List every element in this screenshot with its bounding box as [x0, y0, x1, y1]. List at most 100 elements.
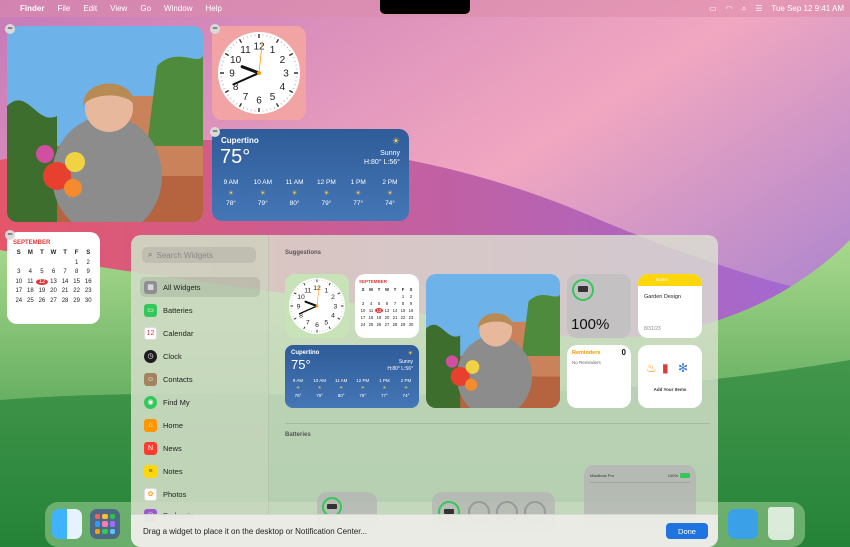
clock-hands: 1234567891011 12 [220, 34, 298, 112]
weekday-label: T [63, 250, 67, 256]
clock-numeral: 5 [270, 92, 276, 103]
clock-tick [246, 35, 248, 38]
clock-hands: 1234567891011 12 [290, 279, 344, 333]
search-widgets-field[interactable]: ⌕ Search Widgets [142, 247, 256, 263]
widget-gallery-sidebar: ⌕ Search Widgets ▦ All Widgets ▭ Batteries… [131, 235, 269, 547]
launchpad-icon[interactable] [90, 509, 120, 539]
calendar-month: SEPTEMBER [13, 240, 51, 246]
calendar-day: 10 [360, 308, 366, 313]
forecast-temp: 77° [353, 200, 364, 207]
clock-tick [335, 288, 337, 290]
sidebar-item-photos[interactable]: ✿ Photos [140, 484, 260, 504]
calendar-day [383, 294, 391, 299]
forecast-hour: 9 AM ☀ 78° [288, 378, 308, 398]
sidebar-item-clock[interactable]: ◷ Clock [140, 346, 260, 366]
weekday-label: T [40, 250, 44, 256]
calendar-day: 3 [17, 269, 21, 275]
gallery-home-widget[interactable]: ♨ ▮ ✻ Add Your Items [638, 345, 702, 408]
sun-icon: ☀ [295, 385, 301, 390]
sidebar-item-batteries[interactable]: ▭ Batteries [140, 300, 260, 320]
remove-widget-button[interactable]: − [210, 24, 220, 34]
clock-tick [293, 317, 297, 320]
menu-window[interactable]: Window [164, 4, 192, 13]
weather-widget[interactable]: Cupertino 75° ☀ Sunny H:80° L:56° 9 AM ☀ 7… [212, 129, 409, 221]
clock-tick [227, 49, 230, 52]
calendar-day: 19 [38, 288, 46, 294]
forecast-temp: 79° [257, 200, 268, 207]
sidebar-item-calendar[interactable]: 12 Calendar [140, 323, 260, 343]
clock-numeral: 11 [304, 287, 311, 294]
sidebar-item-home[interactable]: ⌂ Home [140, 415, 260, 435]
menu-app-name[interactable]: Finder [20, 4, 44, 13]
forecast-hour: 11 AM ☀ 80° [280, 179, 310, 207]
calendar-day: 23 [84, 288, 92, 294]
calendar-day: 11 [27, 278, 34, 285]
sun-icon: ☀ [228, 190, 234, 197]
photo-widget[interactable] [7, 26, 203, 222]
gallery-bottom-bar: Drag a widget to place it on the desktop… [131, 514, 718, 547]
sidebar-item-notes[interactable]: ≡ Notes [140, 461, 260, 481]
calendar-day: 18 [27, 288, 34, 294]
clock-widget[interactable]: 1 2 3 4 5 6 7 8 9 10 11 12 [212, 26, 306, 120]
calendar-day [25, 260, 37, 266]
clock-tick [229, 46, 232, 49]
hourly-forecast: 9 AM ☀ 78° 10 AM ☀ 79° 11 AM ☀ 80° 12 PM ☀ 79° 1… [288, 378, 416, 398]
finder-icon[interactable] [52, 509, 82, 539]
search-icon[interactable]: ⌕ [742, 4, 746, 14]
reminders-title: Reminders [572, 350, 601, 356]
gallery-weather-widget[interactable]: Cupertino 75° ☀ Sunny H:80° L:56° 9 AM ☀ 7… [285, 345, 419, 408]
menu-go[interactable]: Go [140, 4, 151, 13]
remove-widget-button[interactable]: − [5, 24, 15, 34]
menu-file[interactable]: File [57, 4, 70, 13]
sidebar-item-contacts[interactable]: ☺ Contacts [140, 369, 260, 389]
gallery-calendar-widget[interactable]: SEPTEMBER S M T W T F S 1 2 3 4 5 6 7 8 9 10 11 12 13 14 15 16… [355, 274, 419, 338]
menu-view[interactable]: View [110, 4, 127, 13]
calendar-widget[interactable]: SEPTEMBER S M T W T F S 1 2 3 4 5 6 7 8 9 10 11 12 13 14 15 16… [7, 232, 100, 324]
sidebar-item-label: Notes [163, 466, 183, 476]
sidebar-item-label: Clock [163, 351, 182, 361]
downloads-folder-icon[interactable] [728, 509, 758, 539]
clock-center [257, 71, 261, 75]
battery-icon: ▭ [144, 303, 157, 317]
clock-face: 1 2 3 4 5 6 7 8 9 10 11 12 [289, 278, 345, 334]
notes-icon: ≡ [144, 464, 157, 478]
menu-edit[interactable]: Edit [83, 4, 97, 13]
sidebar-item-all-widgets[interactable]: ▦ All Widgets [140, 277, 260, 297]
device-name: MacBook Pro [590, 473, 615, 478]
clock-numeral: 9 [297, 303, 301, 310]
note-title: Garden Design [644, 294, 681, 300]
contacts-icon: ☺ [144, 372, 157, 386]
forecast-temp: 79° [316, 393, 323, 398]
clock-tick [286, 97, 289, 100]
menu-clock[interactable]: Tue Sep 12 9:41 AM [771, 4, 844, 13]
trash-icon[interactable] [768, 507, 794, 540]
laptop-icon [327, 504, 337, 509]
search-icon: ⌕ [148, 250, 153, 259]
calendar-day: 2 [409, 294, 413, 299]
gallery-photo-widget[interactable] [426, 274, 560, 408]
weekday-label: M [27, 250, 33, 256]
gallery-notes-widget[interactable]: Notes Garden Design 8/31/23 [638, 274, 702, 338]
clock-numeral: 6 [315, 322, 319, 329]
gallery-battery-widget[interactable]: 100% [567, 274, 631, 338]
minute-hand [298, 305, 318, 315]
clock-tick [299, 324, 301, 326]
battery-icon[interactable]: ▭ [709, 4, 717, 13]
clock-tick [331, 326, 333, 328]
sidebar-item-news[interactable]: N News [140, 438, 260, 458]
calendar-day: 25 [27, 297, 34, 304]
weekday-label: F [74, 250, 79, 256]
calendar-day: 15 [73, 278, 80, 285]
remove-widget-button[interactable]: − [5, 230, 15, 240]
control-center-icon[interactable]: ☰ [755, 4, 762, 13]
clock-tick [337, 290, 339, 292]
done-button[interactable]: Done [666, 523, 708, 539]
gallery-clock-widget[interactable]: 1 2 3 4 5 6 7 8 9 10 11 12 [285, 274, 349, 338]
wifi-icon[interactable]: ◠ [726, 4, 733, 13]
remove-widget-button[interactable]: − [210, 127, 220, 137]
calendar-day: 17 [15, 288, 23, 294]
gallery-reminders-widget[interactable]: Reminders 0 No Reminders [567, 345, 631, 408]
sidebar-item-label: News [163, 443, 182, 453]
sidebar-item-find-my[interactable]: ◉ Find My [140, 392, 260, 412]
menu-help[interactable]: Help [205, 4, 221, 13]
